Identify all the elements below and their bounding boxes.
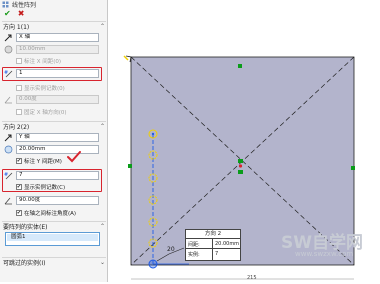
skip-instances-header[interactable]: 可跳过的实例(I) ⌄ xyxy=(3,258,105,267)
spacing-icon xyxy=(4,145,13,154)
callout-title: 方向 2 xyxy=(186,230,240,239)
direction1-spacing-field[interactable]: 10.00mm xyxy=(16,45,99,54)
property-manager-title: 线性阵列 xyxy=(12,2,37,9)
direction1-header[interactable]: 方向 1(1) ⌃ xyxy=(3,22,105,31)
entities-listbox[interactable]: 圆弧1 xyxy=(5,232,100,246)
spacing-dimension-label[interactable]: 20 xyxy=(167,246,175,253)
direction-callout[interactable]: 方向 2 间距: 20.00mm 实例: 7 xyxy=(185,229,241,261)
callout-spacing-value[interactable]: 20.00mm xyxy=(215,241,239,247)
instance-center xyxy=(151,132,155,136)
angle-icon xyxy=(4,95,13,104)
direction1-angle-field[interactable]: 0.00度 xyxy=(16,95,99,104)
collapse-icon[interactable]: ⌃ xyxy=(100,23,105,30)
callout-divider xyxy=(212,239,213,249)
direction-arrow-icon[interactable] xyxy=(4,33,13,42)
direction1-edge-field[interactable]: X 轴 xyxy=(16,33,99,42)
angle-icon xyxy=(4,196,13,205)
seed-circle xyxy=(148,259,158,269)
red-check-mark-icon xyxy=(67,151,81,165)
direction2-label-spacing-checkbox[interactable]: ✔ 标注 Y 间距(M) xyxy=(16,157,62,165)
graphics-area[interactable]: 20 215 方向 2 间距: 20.00mm 实例: 7 SW自学网 www.… xyxy=(109,0,380,282)
spacing-icon xyxy=(4,45,13,54)
collapse-icon[interactable]: ⌃ xyxy=(100,223,105,230)
midpoint-relation-right xyxy=(351,166,355,170)
highlight-box xyxy=(2,169,102,192)
expand-icon[interactable]: ⌄ xyxy=(100,259,105,266)
entities-section-header[interactable]: 要阵列的实体(E) ⌃ xyxy=(3,222,105,231)
linear-pattern-icon xyxy=(2,1,9,8)
direction2-header[interactable]: 方向 2(2) ⌃ xyxy=(3,122,105,131)
direction1-show-count-checkbox[interactable]: 显示实例记数(0) xyxy=(16,84,65,92)
callout-divider xyxy=(212,249,213,260)
property-manager-header: 线性阵列 xyxy=(2,0,106,9)
property-manager: 线性阵列 ✔ ✖ 方向 1(1) ⌃ X 轴 10.00mm 标注 X 间距(0… xyxy=(0,0,108,282)
callout-instances-value[interactable]: 7 xyxy=(215,251,218,257)
direction1-fixed-direction-checkbox[interactable]: 固定 X 轴方向(0) xyxy=(16,108,67,116)
watermark-url: www.swzxw.com xyxy=(295,250,354,258)
center-relation xyxy=(238,159,243,163)
midpoint-relation-left xyxy=(128,164,132,168)
highlight-box xyxy=(2,67,102,81)
midpoint-relation-top xyxy=(238,64,242,68)
callout-spacing-label: 间距: xyxy=(188,242,200,248)
bottom-dimension-label[interactable]: 215 xyxy=(247,275,257,281)
center-relation xyxy=(238,170,243,174)
direction2-label-angle-checkbox[interactable]: ✔ 在轴之间标注角度(A) xyxy=(16,209,76,217)
close-icon[interactable]: ✖ xyxy=(18,9,25,18)
list-item[interactable]: 圆弧1 xyxy=(7,234,98,241)
direction-arrow-icon[interactable] xyxy=(4,133,13,142)
center-point xyxy=(238,164,243,168)
direction2-spacing-field[interactable]: 20.00mm xyxy=(16,145,99,154)
callout-spacing-row: 间距: 20.00mm xyxy=(186,239,240,249)
direction2-edge-field[interactable]: Y 轴 xyxy=(16,133,99,142)
callout-instances-row: 实例: 7 xyxy=(186,249,240,260)
direction2-angle-field[interactable]: 90.00度 xyxy=(16,196,99,205)
check-icon[interactable]: ✔ xyxy=(4,9,11,18)
callout-instances-label: 实例: xyxy=(188,252,200,258)
confirm-actions: ✔ ✖ xyxy=(4,9,24,18)
direction1-label-spacing-checkbox[interactable]: 标注 X 间距(0) xyxy=(16,57,61,65)
collapse-icon[interactable]: ⌃ xyxy=(100,123,105,130)
